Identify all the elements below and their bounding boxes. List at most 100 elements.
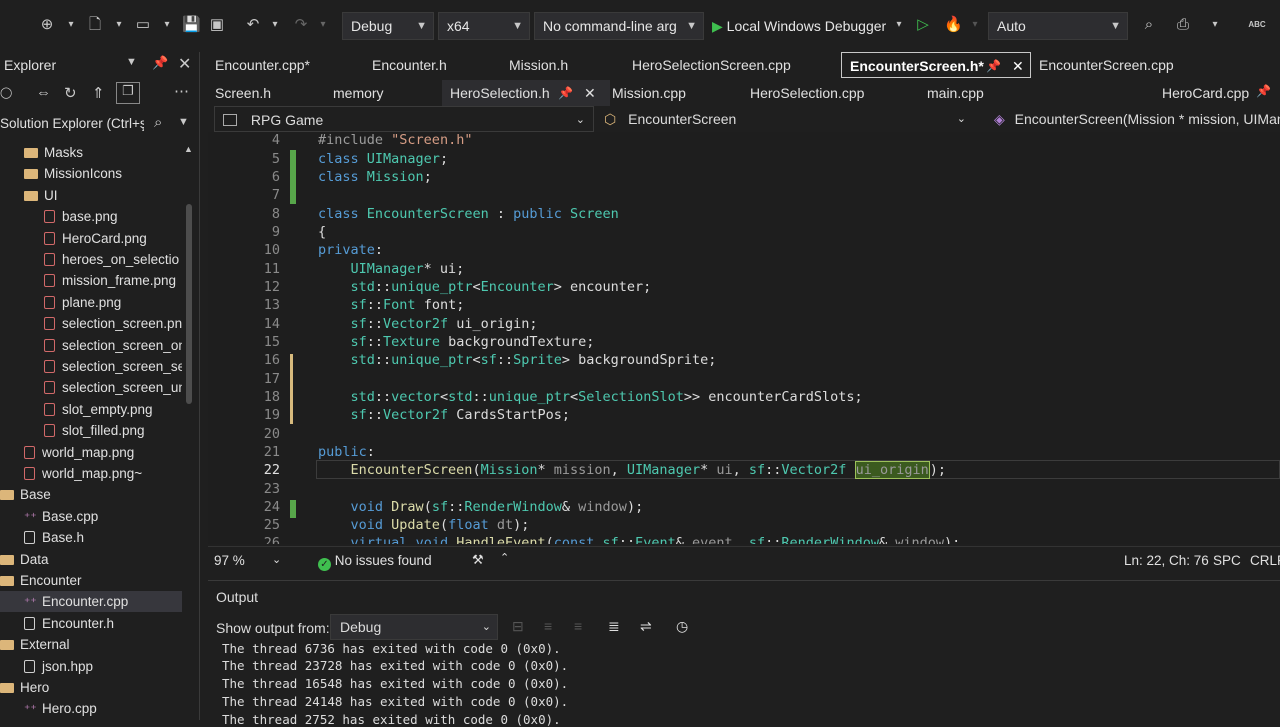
tab-mission-h[interactable]: Mission.h [509,52,568,78]
tree-item[interactable]: world_map.png~ [0,463,182,484]
show-all-files-icon[interactable]: ❐ [116,82,140,104]
zoom-level[interactable]: 97 % [214,553,245,568]
tab-encounterscreen-cpp[interactable]: EncounterScreen.cpp [1039,52,1174,78]
dropdown-icon[interactable]: ▾ [266,16,284,34]
start-debugging-button[interactable]: ▶ Local Windows Debugger [712,12,886,40]
tab-herocard-cpp[interactable]: HeroCard.cpp [1162,80,1249,106]
chevron-down-icon[interactable]: ▼ [126,56,137,68]
tree-item[interactable]: slot_empty.png [0,399,182,420]
dropdown-icon[interactable]: ▾ [314,16,332,34]
broom-icon[interactable]: ⚒ [472,552,484,568]
tab-mission-cpp[interactable]: Mission.cpp [612,80,686,106]
dropdown-icon[interactable]: ▾ [110,16,128,34]
tree-item[interactable]: selection_screen_on [0,335,182,356]
collapse-all-icon[interactable]: ⇑ [92,84,105,102]
clear-all-icon[interactable]: ≣ [608,618,620,635]
close-icon[interactable]: ✕ [178,54,191,74]
new-file-icon[interactable]: 🗋 [86,16,104,34]
cursor-position[interactable]: Ln: 22, Ch: 76 [1124,553,1209,568]
tree-item[interactable]: HeroCard.png [0,228,182,249]
chevron-up-icon[interactable]: ⌃ [500,551,509,564]
command-line-select[interactable]: No command-line arg ▼ [534,12,704,40]
explorer-scrollbar[interactable]: ▲ [184,144,194,720]
chevron-down-icon[interactable]: ⌄ [272,553,281,566]
sync-icon[interactable]: ⇔ [36,84,51,101]
pin-icon[interactable]: 📌 [1256,84,1271,98]
tree-item[interactable]: Encounter.h [0,613,182,634]
auto-select[interactable]: Auto ▼ [988,12,1128,40]
tab-memory[interactable]: memory [333,80,384,106]
scroll-up-icon[interactable]: ▲ [184,144,193,154]
project-dropdown[interactable]: RPG Game ⌄ [214,106,594,132]
tree-item[interactable]: Base [0,484,180,505]
save-icon[interactable]: 💾 [182,16,201,34]
member-dropdown[interactable]: ◈ EncounterScreen(Mission * mission, UIM… [992,106,1280,132]
pin-icon[interactable]: 📌 [558,80,573,106]
tree-item[interactable]: selection_screen_sel [0,356,182,377]
tree-item[interactable]: ⁺⁺ Encounter.cpp [0,591,182,613]
open-folder-icon[interactable]: ▭ [134,16,152,34]
tree-item[interactable]: Hero [0,677,180,698]
whitespace-mode[interactable]: SPC [1213,553,1241,568]
tab-encounterscreen-h[interactable]: EncounterScreen.h* 📌 ✕ [841,52,1031,78]
tree-item[interactable]: selection_screen.png [0,313,182,334]
tree-item[interactable]: selection_screen_un: [0,377,182,398]
tree-item[interactable]: world_map.png [0,442,182,463]
tree-item[interactable]: slot_filled.png [0,420,182,441]
clock-icon[interactable]: ◷ [676,618,688,635]
line-ending[interactable]: CRLF [1250,553,1280,568]
tab-screen-h[interactable]: Screen.h [215,80,271,106]
tab-heroselection-h[interactable]: HeroSelection.h 📌 ✕ [442,80,610,106]
scrollbar-thumb[interactable] [186,204,192,404]
spell-check-icon[interactable]: ABC [1244,16,1270,34]
tab-encounter-cpp[interactable]: Encounter.cpp* [215,52,310,78]
undo-icon[interactable]: ↶ [244,16,262,34]
tab-main-cpp[interactable]: main.cpp [927,80,984,106]
tab-encounter-h[interactable]: Encounter.h [372,52,447,78]
tab-heroselectionscreen-cpp[interactable]: HeroSelectionScreen.cpp [632,52,791,78]
chevron-down-icon[interactable]: ▼ [178,116,189,128]
redo-icon[interactable]: ↷ [292,16,310,34]
tree-item[interactable]: Encounter [0,570,180,591]
back-icon[interactable]: ◯ [0,86,12,99]
tree-item[interactable]: json.hpp [0,656,182,677]
new-project-icon[interactable]: ⊕ [38,16,56,34]
tree-item[interactable]: plane.png [0,292,182,313]
tree-item[interactable]: External [0,634,180,655]
dropdown-icon[interactable]: ▾ [158,16,176,34]
code-editor[interactable]: 4 5 6 7 8 9 10 11 12 13 14 15 16 17 18 19 20 21 22 23 24 25 26… [208,132,1280,544]
close-icon[interactable]: ✕ [584,80,596,106]
browser-icon[interactable]: ⎙ [1174,16,1192,34]
dropdown-icon[interactable]: ▾ [1206,16,1224,34]
tab-heroselection-cpp[interactable]: HeroSelection.cpp [750,80,864,106]
dropdown-icon[interactable]: ▾ [966,16,984,34]
output-source-select[interactable]: Debug ⌄ [330,614,498,640]
tree-item[interactable]: Base.h [0,527,182,548]
pin-icon[interactable]: 📌 [152,55,168,71]
tree-item[interactable]: heroes_on_selectio [0,249,182,270]
tree-item[interactable]: UI [0,185,182,206]
tree-item[interactable]: mission_frame.png [0,270,182,291]
tree-item[interactable]: base.png [0,206,182,227]
dropdown-icon[interactable]: ▾ [62,16,80,34]
refresh-icon[interactable]: ↻ [64,84,77,102]
tree-item[interactable]: ⁺⁺ Hero.cpp [0,698,182,719]
pin-icon[interactable]: 📌 [986,53,1001,79]
next-message-icon[interactable]: ≡ [574,618,582,634]
start-without-debugging-icon[interactable]: ▷ [914,16,932,34]
prev-message-icon[interactable]: ≡ [544,618,552,634]
scope-dropdown[interactable]: ⬡ EncounterScreen ⌄ [596,106,974,132]
close-icon[interactable]: ✕ [1012,53,1024,79]
configuration-select[interactable]: Debug ▼ [342,12,434,40]
tree-item[interactable]: Masks [0,142,182,163]
dropdown-icon[interactable]: ▾ [890,16,908,34]
tree-item[interactable]: Data [0,549,180,570]
hot-reload-icon[interactable]: 🔥 [944,16,963,34]
find-icon[interactable]: ⌕ [1140,16,1158,34]
issues-indicator[interactable]: ✓ No issues found [318,553,432,571]
tree-item[interactable]: ⁺⁺ Base.cpp [0,506,182,527]
more-options-icon[interactable]: ⋯ [174,82,189,100]
word-wrap-icon[interactable]: ⇌ [640,618,652,635]
solution-search-box[interactable]: Solution Explorer (Ctrl+ş ⌕ ▼ [0,114,200,136]
save-all-icon[interactable]: ▣ [208,16,226,34]
